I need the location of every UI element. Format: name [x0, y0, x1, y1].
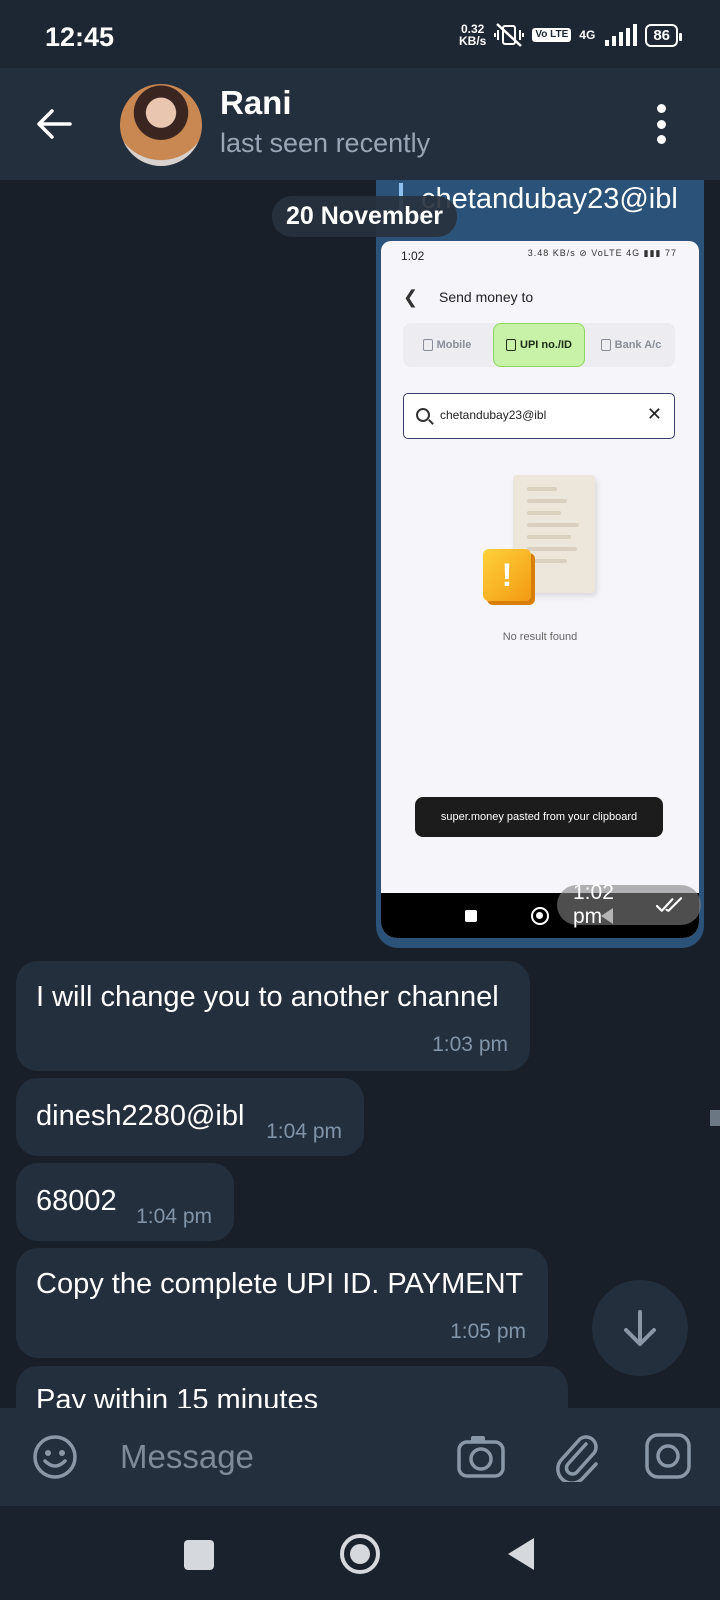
scrollbar-thumb[interactable]: [710, 1110, 720, 1126]
network-type: 4G: [579, 28, 596, 42]
back-button[interactable]: [508, 1538, 534, 1570]
message-text: I will change you to another channel: [36, 981, 499, 1013]
contact-card-icon: [506, 339, 517, 351]
vibrate-off-icon: [494, 23, 525, 47]
message-time: 1:02 pm: [557, 881, 701, 928]
search-icon: [416, 408, 430, 422]
emoji-icon[interactable]: [32, 1434, 78, 1480]
double-check-icon: [656, 897, 683, 912]
message-bubble[interactable]: Copy the complete UPI ID. PAYMENT 1:05 p…: [16, 1248, 548, 1358]
volte-badge: Vo LTE: [532, 28, 572, 42]
shot-tab-mobile: Mobile: [403, 323, 491, 367]
message-time: 1:03 pm: [432, 1033, 508, 1056]
reply-text: chetandubay23@ibl: [421, 183, 678, 215]
message-time: 1:05 pm: [450, 1320, 526, 1343]
phone-icon: [422, 339, 433, 351]
more-options-icon[interactable]: [654, 104, 668, 144]
shot-back-icon: ❮: [403, 287, 419, 307]
screenshot-image[interactable]: 1:02 3.48 KB/s ⊘ VoLTE 4G ▮▮▮ 77 ❮ Send …: [381, 241, 699, 938]
contact-name[interactable]: Rani: [220, 84, 292, 122]
message-text: Copy the complete UPI ID. PAYMENT: [36, 1268, 524, 1300]
message-bubble[interactable]: Pay within 15 minutes: [16, 1366, 568, 1408]
status-time: 12:45: [45, 22, 115, 52]
message-text: Pay within 15 minutes: [36, 1384, 319, 1408]
shot-search-field: chetandubay23@ibl ✕: [403, 393, 675, 439]
contact-status: last seen recently: [220, 128, 431, 158]
shot-tab-bank: Bank A/c: [587, 323, 675, 367]
net-speed: 0.32 KB/s: [458, 22, 487, 48]
attachment-icon[interactable]: [554, 1432, 600, 1482]
message-time: 1:04 pm: [136, 1205, 212, 1228]
clipboard-toast: super.money pasted from your clipboard: [415, 797, 663, 837]
status-bar: 12:45 0.32 KB/s Vo LTE 4G 86: [0, 0, 720, 68]
shot-tab-upi: UPI no./ID: [493, 323, 585, 367]
signal-icon: [605, 24, 638, 46]
message-time: 1:04 pm: [266, 1120, 342, 1143]
message-bubble[interactable]: I will change you to another channel 1:0…: [16, 961, 530, 1071]
bank-icon: [600, 339, 611, 351]
warning-icon: !: [483, 549, 531, 601]
message-bubble[interactable]: dinesh2280@ibl 1:04 pm: [16, 1078, 364, 1156]
date-separator: 20 November: [272, 196, 458, 237]
back-arrow-icon[interactable]: [34, 104, 74, 144]
no-result-text: No result found: [502, 631, 578, 643]
home-icon: [531, 907, 549, 925]
home-button[interactable]: [340, 1534, 380, 1574]
message-bubble[interactable]: 68002 1:04 pm: [16, 1163, 234, 1241]
system-nav-bar: [0, 1506, 720, 1600]
image-message[interactable]: chetandubay23@ibl 1:02 3.48 KB/s ⊘ VoLTE…: [376, 180, 704, 948]
message-text: dinesh2280@ibl: [36, 1100, 245, 1132]
empty-state-illustration: !: [483, 475, 599, 609]
message-composer: [0, 1408, 720, 1506]
recents-icon: [465, 910, 477, 922]
close-icon: ✕: [646, 404, 662, 424]
shot-title: Send money to: [439, 289, 534, 305]
message-text: 68002: [36, 1185, 117, 1217]
scroll-down-button[interactable]: [592, 1280, 688, 1376]
arrow-down-icon: [624, 1310, 656, 1346]
chat-area[interactable]: chetandubay23@ibl 1:02 3.48 KB/s ⊘ VoLTE…: [0, 180, 720, 1408]
shot-status-bar: 1:02 3.48 KB/s ⊘ VoLTE 4G ▮▮▮ 77: [401, 248, 677, 263]
instagram-icon[interactable]: [644, 1432, 692, 1480]
camera-icon[interactable]: [456, 1432, 506, 1482]
avatar[interactable]: [120, 84, 202, 166]
shot-tabs: Mobile UPI no./ID Bank A/c: [403, 323, 675, 367]
message-input[interactable]: [120, 1430, 420, 1484]
battery-indicator: 86: [645, 23, 682, 47]
recents-button[interactable]: [184, 1540, 214, 1570]
status-icons: 0.32 KB/s Vo LTE 4G 86: [458, 22, 682, 48]
chat-header: Rani last seen recently: [0, 68, 720, 180]
